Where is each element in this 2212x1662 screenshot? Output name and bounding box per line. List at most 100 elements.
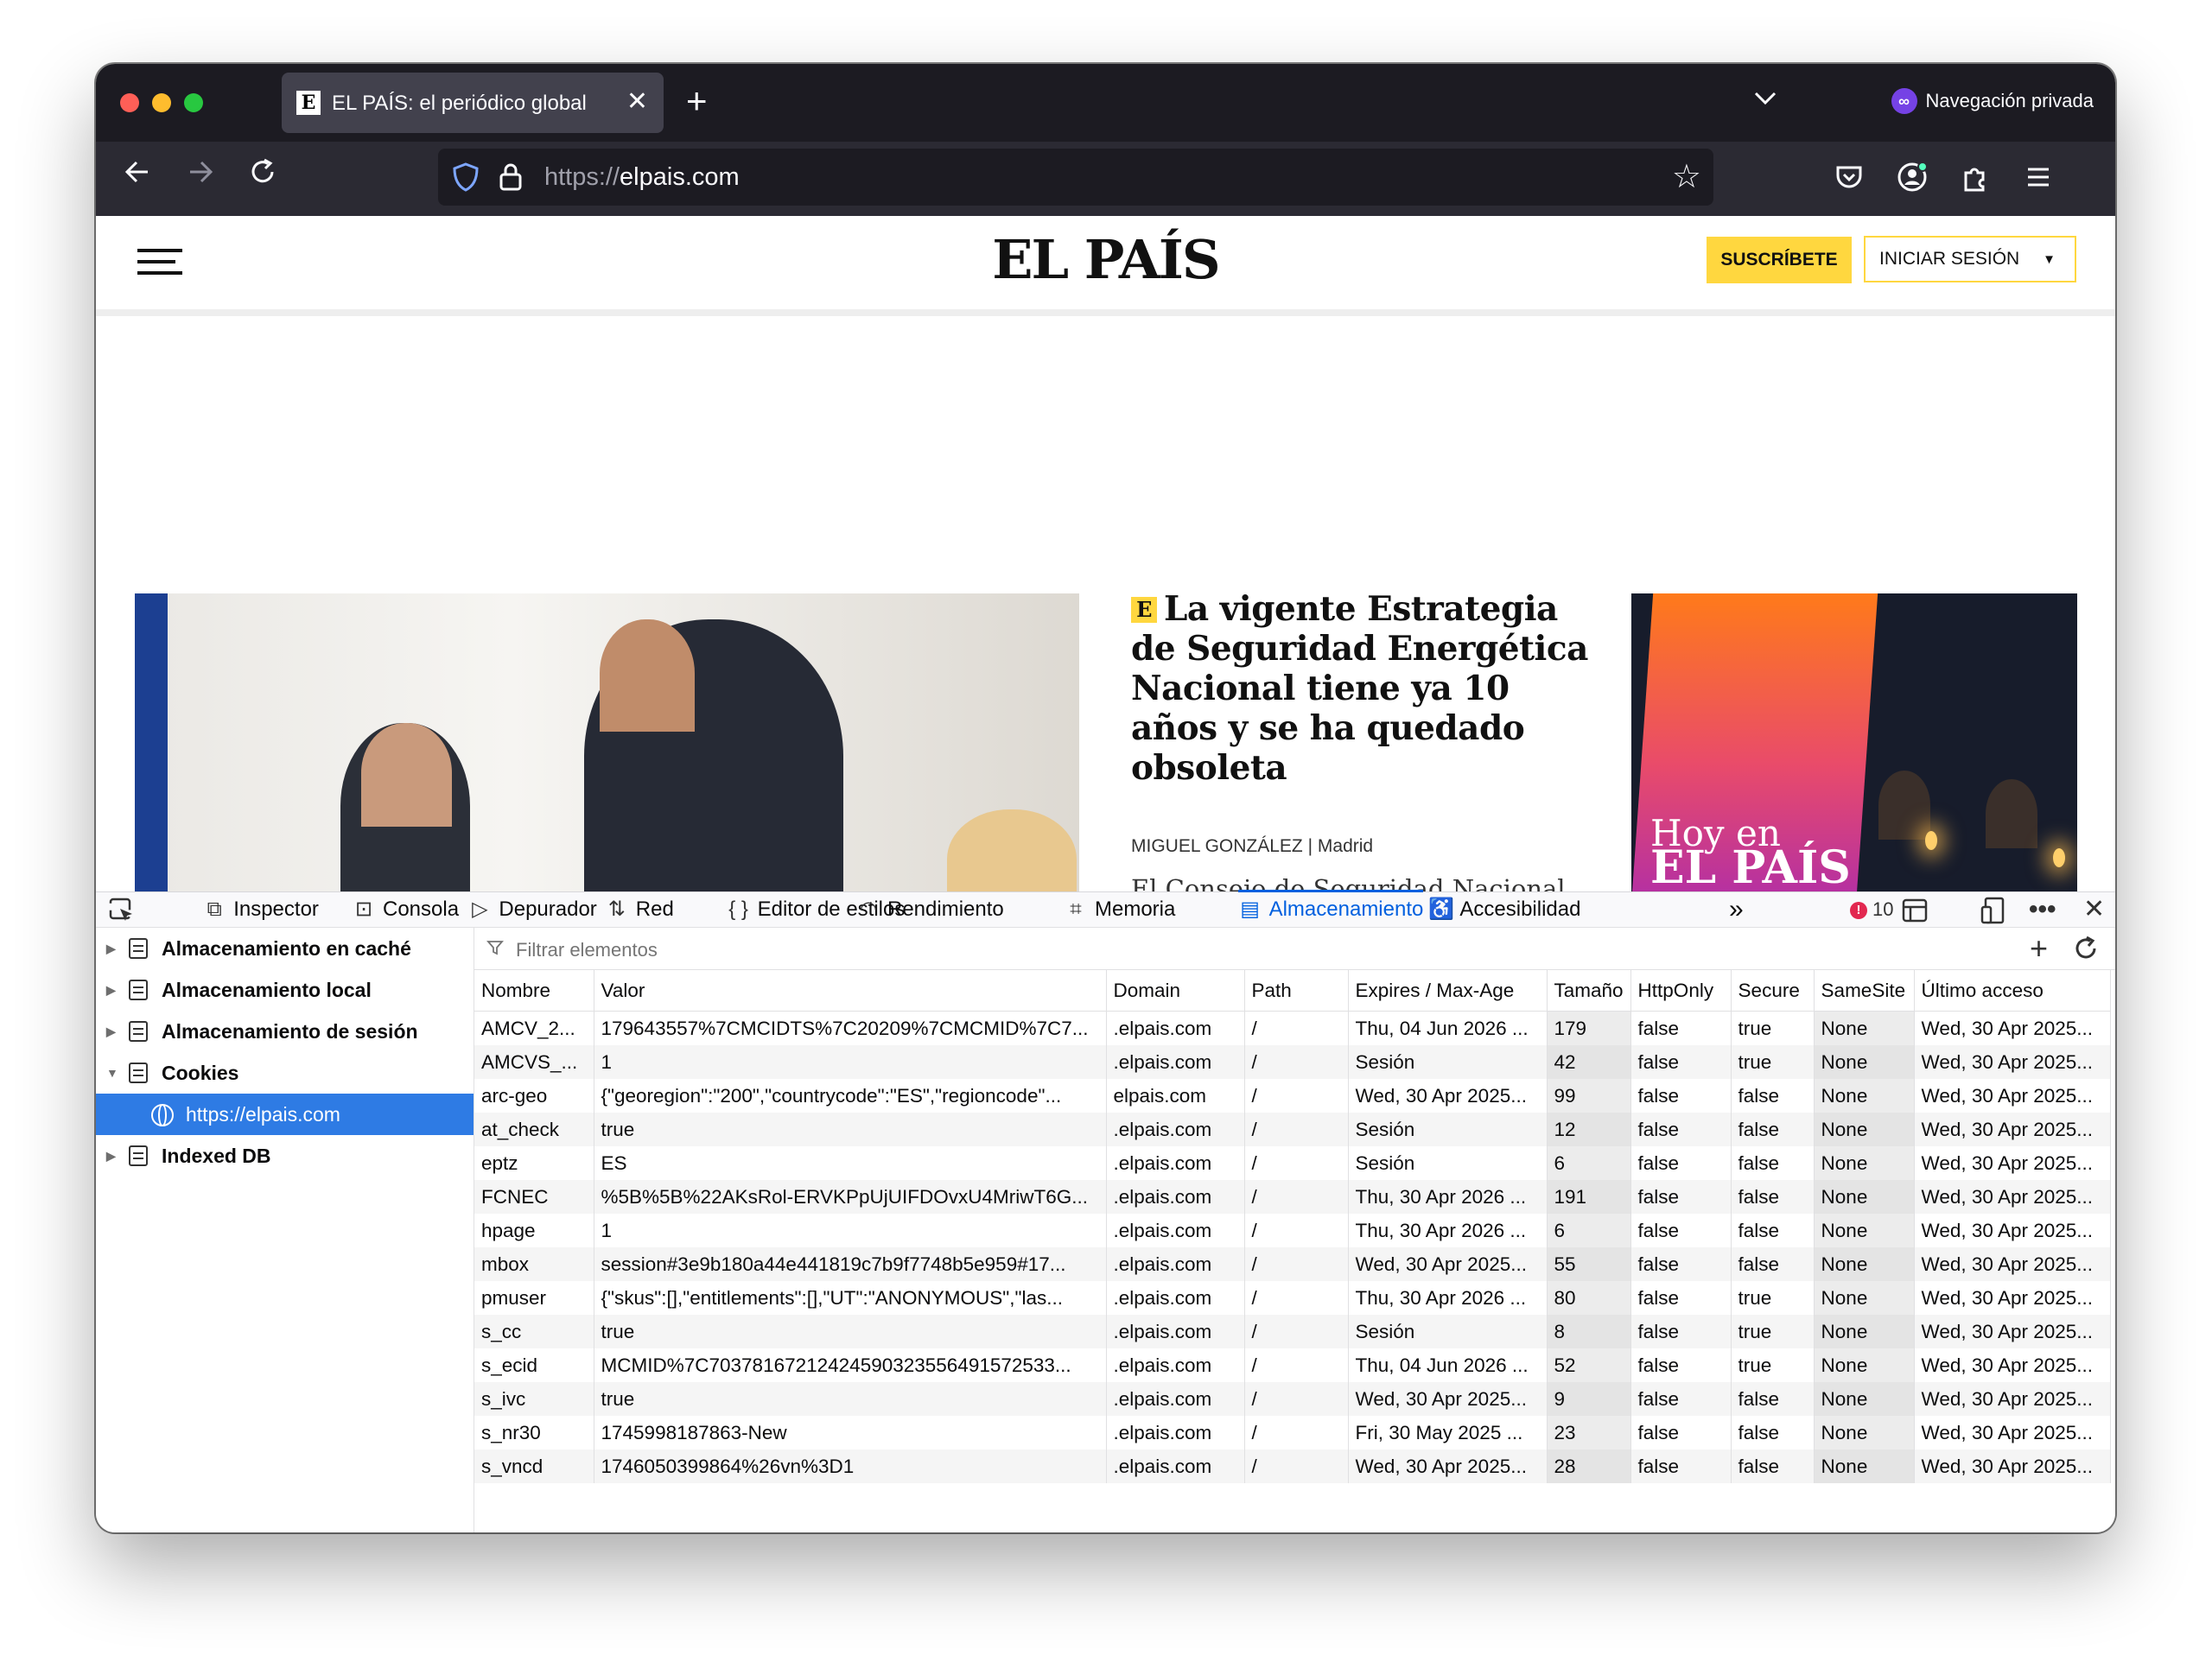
url-text[interactable]: https://elpais.com [544, 163, 740, 192]
login-button[interactable]: INICIAR SESIÓN ▼ [1864, 236, 2076, 282]
tab-red[interactable]: ⇅ Red [605, 892, 674, 927]
add-cookie-icon[interactable]: + [2030, 931, 2048, 966]
expand-arrow-icon[interactable]: ▶ [106, 928, 116, 969]
column-header[interactable]: Nombre [474, 970, 594, 1012]
table-row[interactable]: AMCVS_... 1 .elpais.com / Sesión 42 false true N… [474, 1045, 2111, 1079]
maximize-window-button[interactable] [184, 93, 203, 112]
tree-item-indexed-db[interactable]: ▶ Indexed DB [96, 1135, 474, 1177]
table-cell: MCMID%7C70378167212424590323556491572533… [594, 1348, 1107, 1382]
tab-accesibilidad[interactable]: ♿ Accesibilidad [1428, 892, 1580, 927]
table-row[interactable]: s_vncd 1746050399864%26vn%3D1 .elpais.com /… [474, 1449, 2111, 1483]
filter-input[interactable] [514, 938, 1036, 962]
shield-icon[interactable] [452, 162, 480, 192]
site-header: EL PAÍS SUSCRÍBETE INICIAR SESIÓN ▼ [96, 216, 2115, 316]
expand-arrow-icon[interactable]: ▶ [106, 1135, 116, 1177]
database-icon [129, 1021, 148, 1042]
table-cell: true [594, 1315, 1107, 1348]
expand-arrow-icon[interactable]: ▶ [106, 969, 116, 1011]
pocket-icon[interactable] [1833, 161, 1866, 193]
subscribe-button[interactable]: SUSCRÍBETE [1707, 237, 1852, 283]
browser-tab[interactable]: E EL PAÍS: el periódico global ✕ [282, 73, 664, 133]
column-header[interactable]: Valor [594, 970, 1107, 1012]
news-photo[interactable] [135, 593, 1079, 891]
devtools-toolbar: ⧉ Inspector ⊡ Consola ▷ Depurador ⇅ Red{ } Edito… [96, 890, 2115, 928]
tab-memoria[interactable]: ⌗ Memoria [1064, 892, 1175, 927]
table-cell: Wed, 30 Apr 2025... [1914, 1045, 2111, 1079]
headline[interactable]: E La vigente Estrategia de Seguridad Ener… [1131, 589, 1598, 788]
minimize-window-button[interactable] [152, 93, 171, 112]
tab-almacenamiento[interactable]: ▤ Almacenamiento [1237, 890, 1424, 927]
expand-arrow-icon[interactable]: ▶ [106, 1011, 116, 1052]
table-row[interactable]: pmuser {"skus":[],"entitlements":[],"UT":… [474, 1281, 2111, 1315]
tab-strip: E EL PAÍS: el periódico global ✕ + ∞ Nav… [96, 64, 2115, 142]
table-row[interactable]: FCNEC %5B%5B%22AKsRol-ERVKPpUjUIFDOvxU4Mr… [474, 1180, 2111, 1214]
tab-rendimiento[interactable]: ◠ Rendimiento [856, 892, 1004, 927]
tree-item-session-storage[interactable]: ▶ Almacenamiento de sesión [96, 1011, 474, 1052]
byline-author[interactable]: MIGUEL GONZÁLEZ [1131, 836, 1303, 856]
table-row[interactable]: s_ivc true .elpais.com / Wed, 30 Apr 2025...… [474, 1382, 2111, 1416]
private-label: Navegación privada [1925, 90, 2094, 111]
table-cell: / [1244, 1382, 1349, 1416]
table-cell: 42 [1547, 1045, 1631, 1079]
table-cell: 52 [1547, 1348, 1631, 1382]
forward-arrow-icon[interactable] [185, 155, 216, 199]
close-window-button[interactable] [120, 93, 139, 112]
promo-banner[interactable]: Hoy en EL PAÍS [1631, 593, 2077, 891]
split-console-icon[interactable] [1902, 892, 1928, 927]
account-icon[interactable] [1896, 161, 1929, 193]
column-header[interactable]: HttpOnly [1630, 970, 1732, 1012]
table-cell: false [1731, 1113, 1815, 1146]
column-header[interactable]: Expires / Max-Age [1348, 970, 1548, 1012]
app-menu-icon[interactable] [2022, 161, 2055, 193]
tree-item-elpais-origin[interactable]: https://elpais.com [96, 1094, 474, 1135]
element-picker-icon[interactable] [108, 892, 136, 927]
column-header[interactable]: Último acceso [1914, 970, 2111, 1012]
responsive-mode-icon[interactable] [1980, 892, 2006, 927]
tab-consola[interactable]: ⊡ Consola [352, 892, 459, 927]
table-row[interactable]: s_ecid MCMID%7C70378167212424590323556491… [474, 1348, 2111, 1382]
table-row[interactable]: AMCV_2... 179643557%7CMCIDTS%7C20209%7CMC… [474, 1011, 2111, 1045]
table-row[interactable]: eptz ES .elpais.com / Sesión 6 false false None W… [474, 1146, 2111, 1180]
tab-depurador[interactable]: ▷ Depurador [467, 892, 597, 927]
error-count[interactable]: ! 10 [1850, 892, 1893, 927]
table-cell: false [1630, 1214, 1732, 1247]
table-cell: None [1814, 1315, 1915, 1348]
table-row[interactable]: arc-geo {"georegion":"200","countrycode":… [474, 1079, 2111, 1113]
back-arrow-icon[interactable] [122, 155, 153, 199]
column-header[interactable]: SameSite [1814, 970, 1915, 1012]
table-row[interactable]: hpage 1 .elpais.com / Thu, 30 Apr 2026 ... 6 f… [474, 1214, 2111, 1247]
style-editor-icon: { } [728, 898, 748, 921]
table-row[interactable]: mbox session#3e9b180a44e441819c7b9f7748b5… [474, 1247, 2111, 1281]
bookmark-star-icon[interactable]: ☆ [1672, 157, 1701, 196]
collapse-arrow-icon[interactable]: ▼ [106, 1052, 118, 1094]
more-options-icon[interactable]: ••• [2029, 892, 2056, 927]
column-header[interactable]: Path [1244, 970, 1349, 1012]
table-cell: None [1814, 1247, 1915, 1281]
tree-item-cookies[interactable]: ▼ Cookies [96, 1052, 474, 1094]
table-cell: Wed, 30 Apr 2025... [1914, 1180, 2111, 1214]
lock-icon[interactable] [499, 162, 523, 192]
table-cell: Fri, 30 May 2025 ... [1348, 1416, 1548, 1449]
url-bar[interactable]: https://elpais.com ☆ [438, 149, 1713, 206]
table-cell: None [1814, 1113, 1915, 1146]
column-header[interactable]: Tamaño [1547, 970, 1631, 1012]
refresh-icon[interactable] [2072, 935, 2100, 969]
tab-inspector[interactable]: ⧉ Inspector [202, 892, 319, 927]
filter-icon [486, 939, 504, 961]
tree-item-local-storage[interactable]: ▶ Almacenamiento local [96, 969, 474, 1011]
close-devtools-icon[interactable]: ✕ [2083, 892, 2105, 927]
table-cell: true [1731, 1315, 1815, 1348]
table-row[interactable]: s_cc true .elpais.com / Sesión 8 false true None… [474, 1315, 2111, 1348]
close-tab-icon[interactable]: ✕ [626, 86, 648, 117]
chevron-down-icon[interactable] [1753, 86, 1777, 112]
table-row[interactable]: s_nr30 1745998187863-New .elpais.com / Fri, … [474, 1416, 2111, 1449]
column-header[interactable]: Secure [1731, 970, 1815, 1012]
table-cell: 1 [594, 1045, 1107, 1079]
new-tab-button[interactable]: + [686, 79, 708, 123]
table-row[interactable]: at_check true .elpais.com / Sesión 12 false fal… [474, 1113, 2111, 1146]
reload-icon[interactable] [247, 155, 278, 199]
tree-item-cache-storage[interactable]: ▶ Almacenamiento en caché [96, 928, 474, 969]
more-tabs-icon[interactable]: » [1729, 892, 1744, 927]
extensions-icon[interactable] [1959, 161, 1992, 193]
column-header[interactable]: Domain [1106, 970, 1245, 1012]
